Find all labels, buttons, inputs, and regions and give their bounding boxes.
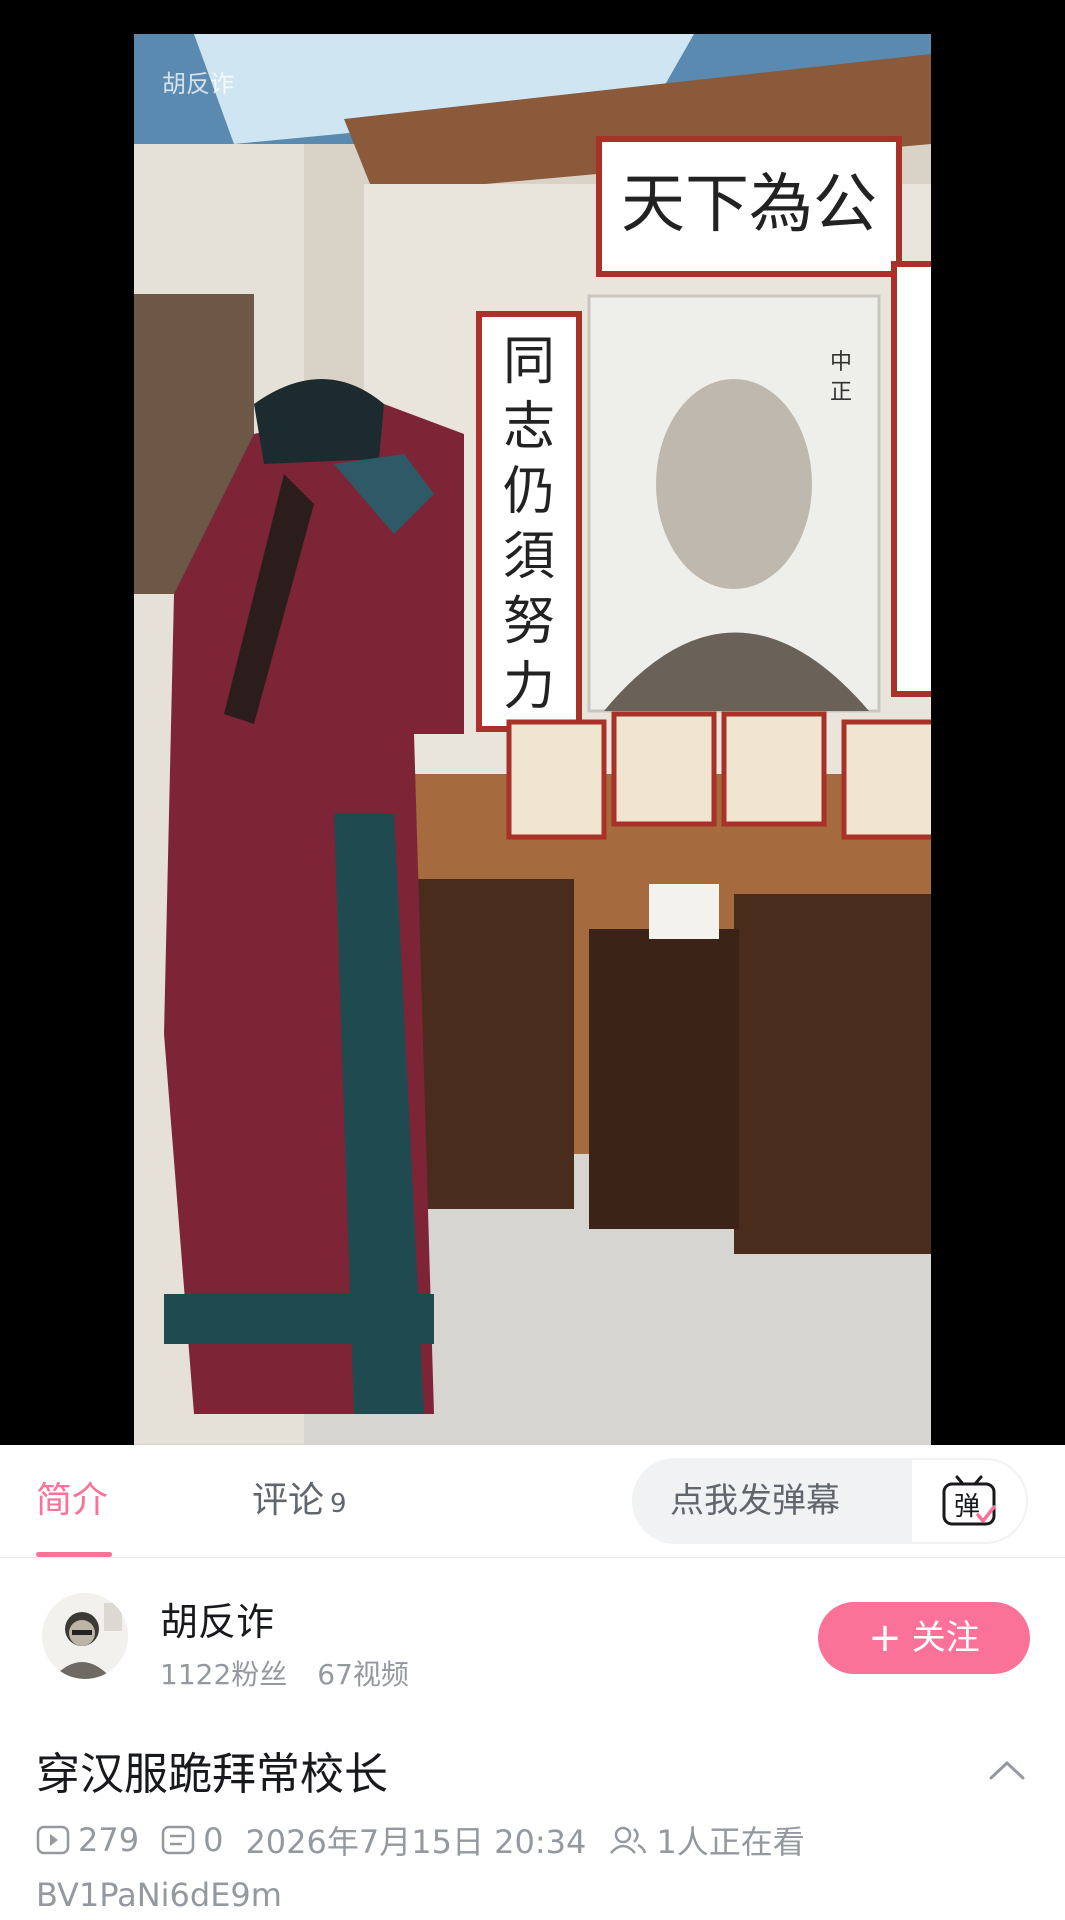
svg-text:力: 力 [503, 657, 555, 717]
uploader-stats: 1122粉丝 67视频 [160, 1653, 439, 1693]
danmaku-input[interactable] [632, 1458, 908, 1544]
svg-text:中: 中 [830, 350, 852, 375]
fans-count: 1122粉丝 [160, 1658, 288, 1691]
comments-count: 9 [330, 1489, 347, 1519]
watching-now: 1人正在看 [608, 1817, 805, 1863]
view-count-value: 279 [78, 1821, 140, 1859]
view-count: 279 [36, 1821, 139, 1859]
play-count-icon [36, 1825, 70, 1855]
uploader-row: 胡反诈 1122粉丝 67视频 + 关注 [0, 1557, 1065, 1717]
follow-label: 关注 [911, 1618, 980, 1658]
danmaku-button-glyph: 弹 [954, 1492, 980, 1522]
tab-intro-label: 简介 [36, 1480, 109, 1521]
svg-text:仍: 仍 [503, 462, 555, 522]
bvid: BV1PaNi6dE9m [36, 1876, 282, 1914]
video-scene: 天下為公 同 志 仍 須 努 力 中 正 胡反诈 [134, 34, 931, 1445]
svg-text:須: 須 [503, 527, 555, 587]
svg-text:同: 同 [503, 332, 555, 392]
plaque-text: 天下為公 [621, 168, 877, 242]
publish-datetime: 2026年7月15日 20:34 [245, 1817, 586, 1863]
video-meta: 279 0 2026年7月15日 20:34 1人正在看 [36, 1818, 1036, 1862]
svg-text:正: 正 [830, 380, 852, 405]
watching-icon [610, 1826, 647, 1854]
danmaku-count-icon [161, 1825, 195, 1855]
follow-button[interactable]: + 关注 [818, 1602, 1030, 1674]
chevron-up-icon[interactable] [985, 1748, 1029, 1792]
videos-count: 67视频 [317, 1658, 409, 1691]
danmaku-tv-icon: 弹 [942, 1475, 996, 1526]
video-player[interactable]: 天下為公 同 志 仍 須 努 力 中 正 胡反诈 [0, 0, 1065, 1445]
danmaku-count-value: 0 [203, 1821, 224, 1859]
publish-datetime-value: 2026年7月15日 20:34 [245, 1823, 587, 1861]
danmaku-bar: 弹 [632, 1458, 1028, 1544]
uploader-name[interactable]: 胡反诈 [160, 1591, 274, 1646]
danmaku-toggle-button[interactable]: 弹 [910, 1458, 1028, 1544]
watching-now-value: 1人正在看 [656, 1823, 805, 1861]
danmaku-count: 0 [161, 1821, 223, 1859]
avatar-image [42, 1593, 128, 1679]
svg-text:努: 努 [503, 592, 555, 652]
tab-comments-label: 评论 [252, 1480, 325, 1521]
video-watermark: 胡反诈 [162, 70, 234, 98]
tab-comments[interactable]: 评论 9 [252, 1445, 347, 1557]
tab-intro[interactable]: 简介 [36, 1445, 112, 1557]
avatar[interactable] [42, 1593, 128, 1679]
video-frame[interactable]: 天下為公 同 志 仍 須 努 力 中 正 胡反诈 [134, 34, 931, 1445]
svg-text:志: 志 [503, 397, 555, 457]
plus-icon: + [868, 1615, 902, 1661]
video-title: 穿汉服跪拜常校长 [36, 1749, 388, 1800]
